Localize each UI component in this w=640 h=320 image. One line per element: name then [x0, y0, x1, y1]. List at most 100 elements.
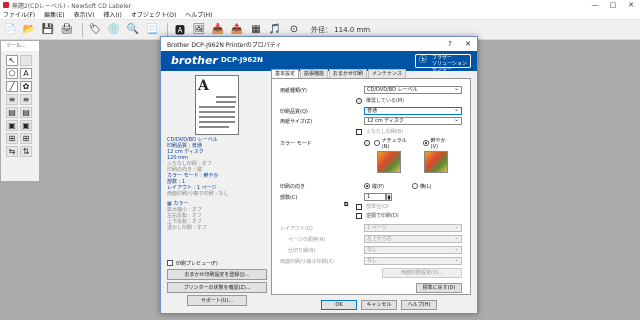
- support-button[interactable]: サポート(U)...: [187, 295, 247, 306]
- menu-file[interactable]: ファイル(F): [3, 10, 35, 19]
- align-tool-icon[interactable]: ≡: [6, 94, 18, 105]
- radio-dot[interactable]: [364, 183, 370, 189]
- printer-status-button[interactable]: プリンターの状態を確認(Z)...: [167, 282, 267, 293]
- portrait-label: 縦(P): [372, 183, 384, 190]
- natural-sample-image: [377, 151, 401, 173]
- menu-help[interactable]: ヘルプ(H): [185, 10, 212, 19]
- color-vivid-radio[interactable]: 鮮やか(V): [422, 137, 452, 150]
- print-icon[interactable]: 🖨: [59, 22, 75, 38]
- copies-spinner[interactable]: ▲ ▼: [386, 193, 392, 201]
- toolbar-separator: [167, 22, 168, 37]
- collate-label: 部単位(O): [366, 204, 389, 210]
- shape-tool-icon[interactable]: ⬠: [6, 68, 18, 79]
- preview-line: [199, 116, 235, 118]
- copies-label: 部数(C): [280, 194, 298, 201]
- preview-line: [199, 111, 235, 113]
- media-note-text: 推奨している(M): [366, 98, 405, 104]
- menu-object[interactable]: オブジェクト(O): [131, 10, 176, 19]
- solution-center-button[interactable]: ⓑ ブラザー ソリューションセンター: [415, 54, 471, 73]
- brother-banner: brother DCP-J962N ⓑ ブラザー ソリューションセンター: [161, 51, 477, 73]
- quality-select[interactable]: 普通: [364, 106, 462, 115]
- add-profile-button[interactable]: おまかせ印刷設定を登録(J)...: [167, 269, 267, 280]
- dialog-help-button[interactable]: ?: [441, 40, 459, 48]
- checkbox-box[interactable]: [356, 212, 362, 219]
- radio-dot[interactable]: [411, 183, 418, 189]
- arrange-tool-icon[interactable]: ▣: [6, 120, 18, 131]
- restore-defaults-button[interactable]: 標準に戻す(D): [416, 283, 462, 293]
- dialog-close-button[interactable]: ✕: [459, 40, 477, 48]
- page-icon[interactable]: 📃: [144, 22, 160, 38]
- brother-logo: brother: [171, 54, 218, 67]
- settings-tabs-pane: 基本設定 拡張機能 おまかせ印刷 メンテナンス 用紙種類(Y) CD/DVD/B…: [271, 69, 475, 295]
- flip-tool-icon[interactable]: ⇆: [6, 146, 18, 157]
- basic-settings-panel: 用紙種類(Y) CD/DVD/BD レーベル ! 推奨している(M) 印刷品質(…: [271, 78, 471, 295]
- layer-tool-icon[interactable]: ▤: [20, 107, 32, 118]
- duplex-select[interactable]: なし: [364, 256, 462, 265]
- app-title: 無題2(CDレーベル) - NewSoft CD Labeler: [12, 2, 132, 10]
- summary-watermark: 透かし印刷 : オフ: [167, 225, 207, 231]
- preview-line: [199, 106, 235, 108]
- menu-insert[interactable]: 挿入(I): [103, 10, 121, 19]
- radio-dot[interactable]: [373, 140, 380, 146]
- open-folder-icon[interactable]: 📂: [21, 22, 37, 38]
- color-natural-radio[interactable]: ! ナチュラル(N): [364, 137, 413, 150]
- checkbox-box[interactable]: [356, 203, 362, 210]
- maximize-button[interactable]: □: [604, 1, 622, 9]
- layer-tool-icon[interactable]: ▤: [6, 107, 18, 118]
- text-tool-icon[interactable]: A: [20, 68, 32, 79]
- color-mode-label: カラー モード: [280, 140, 312, 147]
- zoom-icon[interactable]: 🔍: [125, 22, 141, 38]
- blank-tool[interactable]: [20, 55, 32, 66]
- color-vivid-label: 鮮やか(V): [430, 137, 446, 150]
- select-tool-icon[interactable]: ↖: [6, 55, 18, 66]
- media-type-label: 用紙種類(Y): [280, 87, 307, 94]
- borderless-checkbox[interactable]: ふちなし印刷(B): [356, 128, 403, 135]
- help-button[interactable]: ヘルプ(H): [401, 300, 437, 310]
- copies-input[interactable]: 1: [364, 193, 386, 201]
- border-line-label: 仕切り線(B): [288, 247, 316, 254]
- flip-tool-icon[interactable]: ⇅: [20, 146, 32, 157]
- cancel-button[interactable]: キャンセル: [361, 300, 397, 310]
- menu-view[interactable]: 表示(V): [74, 10, 95, 19]
- ok-button[interactable]: OK: [321, 300, 357, 310]
- settings-summary: CD/DVD/BD レーベル 印刷品質 : 普通 12 cm ディスク 120 …: [167, 137, 271, 231]
- label-icon[interactable]: 🏷: [87, 22, 103, 38]
- arrange-tool-icon[interactable]: ▣: [20, 120, 32, 131]
- group-tool-icon[interactable]: ⊞: [6, 133, 18, 144]
- toolbar-separator: [82, 22, 83, 37]
- portrait-radio[interactable]: 縦(P): [364, 183, 384, 190]
- print-preview-checkbox[interactable]: 印刷プレビュー(F): [167, 259, 267, 267]
- menu-edit[interactable]: 編集(E): [44, 10, 64, 19]
- page-order-select[interactable]: 左上から右: [364, 234, 462, 243]
- reverse-order-checkbox[interactable]: 逆順で印刷(D): [356, 212, 399, 219]
- new-file-icon[interactable]: 📄: [2, 22, 18, 38]
- paper-size-select[interactable]: 12 cm ディスク: [364, 116, 462, 125]
- save-icon[interactable]: 💾: [40, 22, 56, 38]
- line-tool-icon[interactable]: ╱: [6, 81, 18, 92]
- checkbox-box[interactable]: [356, 128, 362, 135]
- collate-checkbox[interactable]: 部単位(O): [356, 203, 389, 210]
- align-tool-icon[interactable]: ≡: [20, 94, 32, 105]
- landscape-radio[interactable]: 横(L): [411, 183, 432, 190]
- disc-icon[interactable]: 💿: [106, 22, 122, 38]
- close-button[interactable]: ✕: [622, 1, 640, 9]
- duplex-settings-button[interactable]: 両面印刷設定(X)...: [382, 268, 462, 278]
- preview-letter: A: [198, 78, 209, 94]
- page-preview: A: [195, 75, 239, 135]
- minimize-button[interactable]: —: [586, 1, 604, 9]
- quality-label: 印刷品質(Q): [280, 108, 308, 115]
- vivid-sample-image: [424, 151, 448, 173]
- app-titlebar: 無題2(CDレーベル) - NewSoft CD Labeler — □ ✕: [0, 0, 640, 10]
- group-tool-icon[interactable]: ⊞: [20, 133, 32, 144]
- radio-dot[interactable]: [422, 140, 429, 146]
- checkbox-box[interactable]: [167, 260, 173, 266]
- border-line-select[interactable]: なし: [364, 245, 462, 254]
- media-type-select[interactable]: CD/DVD/BD レーベル: [364, 85, 462, 94]
- reverse-order-label: 逆順で印刷(D): [366, 213, 399, 219]
- tool-palette: ツール... ↖ ⬠ A ╱ ✿ ≡ ≡ ▤ ▤ ▣ ▣ ⊞ ⊞ ⇆ ⇅: [0, 40, 40, 182]
- image-tool-icon[interactable]: ✿: [20, 81, 32, 92]
- preview-line: [216, 96, 236, 98]
- layout-select[interactable]: 1 ページ: [364, 223, 462, 232]
- page-order-label: ページの順序(R): [288, 236, 326, 243]
- layout-label: レイアウト(G): [280, 225, 313, 232]
